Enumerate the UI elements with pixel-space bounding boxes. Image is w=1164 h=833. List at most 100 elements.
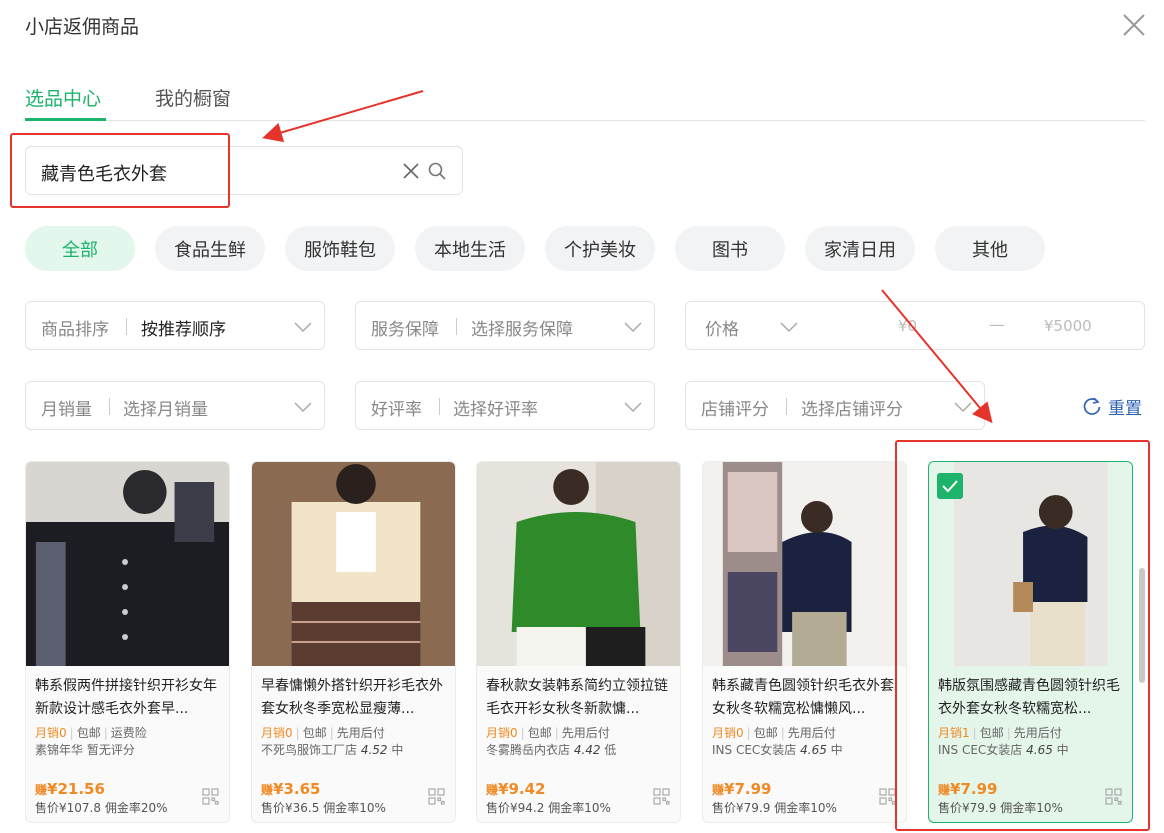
category-local[interactable]: 本地生活: [415, 226, 525, 271]
price-info: 售价¥94.2 佣金率10%: [486, 799, 611, 816]
price-info: 售价¥79.9 佣金率10%: [712, 799, 837, 816]
shop-name: 素锦年华: [35, 743, 84, 757]
service-value: 选择服务保障: [471, 320, 573, 340]
product-card[interactable]: 春秋款女装韩系简约立领拉链毛衣开衫女秋冬新款慵... 月销0 | 包邮 | 先用后付 冬…: [476, 461, 681, 823]
category-food[interactable]: 食品生鲜: [155, 226, 265, 271]
earn-value: ¥3.65: [273, 780, 321, 798]
sale-price: 售价¥79.9: [938, 801, 997, 815]
category-all[interactable]: 全部: [25, 226, 135, 271]
shop-name: 冬雾腾岳内衣店: [486, 743, 571, 757]
earn-prefix: 赚: [712, 783, 725, 797]
qr-code-icon[interactable]: [879, 788, 896, 805]
score-level: 中: [391, 743, 404, 757]
search-icon[interactable]: [427, 161, 447, 181]
rating-select[interactable]: 好评率 选择好评率: [355, 381, 655, 430]
product-title: 春秋款女装韩系简约立领拉链毛衣开衫女秋冬新款慵...: [486, 678, 668, 717]
qr-code-icon[interactable]: [1105, 788, 1122, 805]
qr-code-icon[interactable]: [653, 788, 670, 805]
product-title: 韩版氛围感藏青色圆领针织毛衣外套女秋冬软糯宽松...: [938, 678, 1120, 717]
qr-code-icon[interactable]: [202, 788, 219, 805]
price-max-input[interactable]: ¥5000: [1044, 317, 1092, 335]
sort-label: 商品排序: [41, 320, 109, 340]
close-icon[interactable]: [1121, 12, 1147, 38]
rating-value: 选择好评率: [453, 400, 538, 420]
product-meta: 月销0 | 包邮 | 先用后付: [486, 726, 610, 740]
reset-button[interactable]: 重置: [1082, 393, 1142, 419]
shop-info: INS CEC女装店 4.65 中: [712, 741, 843, 758]
commission-rate: 佣金率20%: [104, 801, 168, 815]
tag: 先用后付: [787, 726, 836, 740]
service-label: 服务保障: [371, 320, 439, 340]
earn-prefix: 赚: [261, 783, 274, 797]
shop-score: 4.52: [360, 743, 388, 757]
scrollbar[interactable]: [1139, 568, 1145, 683]
commission-rate: 佣金率10%: [1000, 801, 1063, 815]
search-input[interactable]: 藏青色毛衣外套: [25, 146, 463, 195]
shop-score-select[interactable]: 店铺评分 选择店铺评分: [685, 381, 985, 430]
score-level: 暂无评分: [86, 743, 135, 757]
product-image: [703, 462, 906, 666]
price-info: 售价¥107.8 佣金率20%: [35, 799, 168, 816]
product-meta: 月销0 | 包邮 | 先用后付: [712, 726, 836, 740]
clear-icon[interactable]: [402, 162, 420, 180]
shop-score: 4.65: [1026, 743, 1053, 757]
chevron-down-icon[interactable]: [780, 321, 798, 333]
product-card-selected[interactable]: 韩版氛围感藏青色圆领针织毛衣外套女秋冬软糯宽松... 月销1 | 包邮 | 先用后付 I…: [928, 461, 1133, 823]
category-books[interactable]: 图书: [675, 226, 785, 271]
shop-info: 素锦年华 暂无评分: [35, 741, 135, 758]
earn-value: ¥7.99: [724, 780, 772, 798]
price-info: 售价¥36.5 佣金率10%: [261, 799, 386, 816]
shop-name: INS CEC女装店: [938, 743, 1023, 757]
category-beauty[interactable]: 个护美妆: [545, 226, 655, 271]
service-select[interactable]: 服务保障 选择服务保障: [355, 301, 655, 350]
product-title: 早春慵懒外搭针织开衫毛衣外套女秋冬季宽松显瘦薄...: [261, 678, 443, 717]
price-filter[interactable]: 价格 ¥0 — ¥5000: [685, 301, 1145, 350]
earn-amount: 赚¥3.65: [261, 780, 320, 798]
sort-value: 按推荐顺序: [141, 320, 226, 340]
tag: 运费险: [110, 726, 147, 740]
active-tab-indicator: [25, 118, 106, 121]
sale-price: 售价¥36.5: [261, 801, 320, 815]
tag: 包邮: [979, 726, 1004, 740]
chevron-down-icon: [954, 402, 972, 413]
product-meta: 月销0 | 包邮 | 先用后付: [261, 726, 385, 740]
tab-my-showcase[interactable]: 我的橱窗: [155, 84, 231, 111]
qr-code-icon[interactable]: [428, 788, 445, 805]
shop-info: INS CEC女装店 4.65 中: [938, 741, 1069, 758]
product-card[interactable]: 韩系假两件拼接针织开衫女年新款设计感毛衣外套早... 月销0 | 包邮 | 运费险 素锦…: [25, 461, 230, 823]
category-household[interactable]: 家清日用: [805, 226, 915, 271]
sort-select[interactable]: 商品排序 按推荐顺序: [25, 301, 325, 350]
search-query[interactable]: 藏青色毛衣外套: [41, 160, 167, 186]
product-image: [26, 462, 229, 666]
product-image: [252, 462, 455, 666]
monthly-sales-select[interactable]: 月销量 选择月销量: [25, 381, 325, 430]
earn-amount: 赚¥7.99: [938, 780, 997, 798]
product-title: 韩系假两件拼接针织开衫女年新款设计感毛衣外套早...: [35, 678, 217, 717]
rating-label: 好评率: [371, 400, 422, 420]
tab-bar: 选品中心 我的橱窗: [25, 78, 1145, 121]
tag: 包邮: [527, 726, 552, 740]
product-card[interactable]: 早春慵懒外搭针织开衫毛衣外套女秋冬季宽松显瘦薄... 月销0 | 包邮 | 先用后付 不…: [251, 461, 456, 823]
price-min-input[interactable]: ¥0: [898, 317, 917, 335]
commission-rate: 佣金率10%: [323, 801, 386, 815]
tag: 先用后付: [561, 726, 610, 740]
chevron-down-icon: [624, 402, 642, 413]
product-card[interactable]: 韩系藏青色圆领针织毛衣外套女秋冬软糯宽松慵懒风... 月销0 | 包邮 | 先用后付 I…: [702, 461, 907, 823]
divider: [456, 318, 457, 335]
monthly-sales: 月销0: [261, 726, 293, 740]
divider: [786, 398, 787, 415]
monthly-sales-value: 选择月销量: [123, 400, 208, 420]
checkmark-icon[interactable]: [937, 473, 963, 499]
shop-info: 不死鸟服饰工厂店 4.52 中: [261, 741, 403, 758]
earn-value: ¥21.56: [47, 780, 105, 798]
sale-price: 售价¥94.2: [486, 801, 545, 815]
category-other[interactable]: 其他: [935, 226, 1045, 271]
monthly-sales: 月销0: [35, 726, 67, 740]
earn-amount: 赚¥9.42: [486, 780, 545, 798]
tab-selection-center[interactable]: 选品中心: [25, 84, 101, 111]
commission-rate: 佣金率10%: [548, 801, 611, 815]
sale-price: 售价¥79.9: [712, 801, 771, 815]
shop-score: 4.65: [800, 743, 827, 757]
earn-value: ¥7.99: [950, 780, 998, 798]
category-apparel[interactable]: 服饰鞋包: [285, 226, 395, 271]
